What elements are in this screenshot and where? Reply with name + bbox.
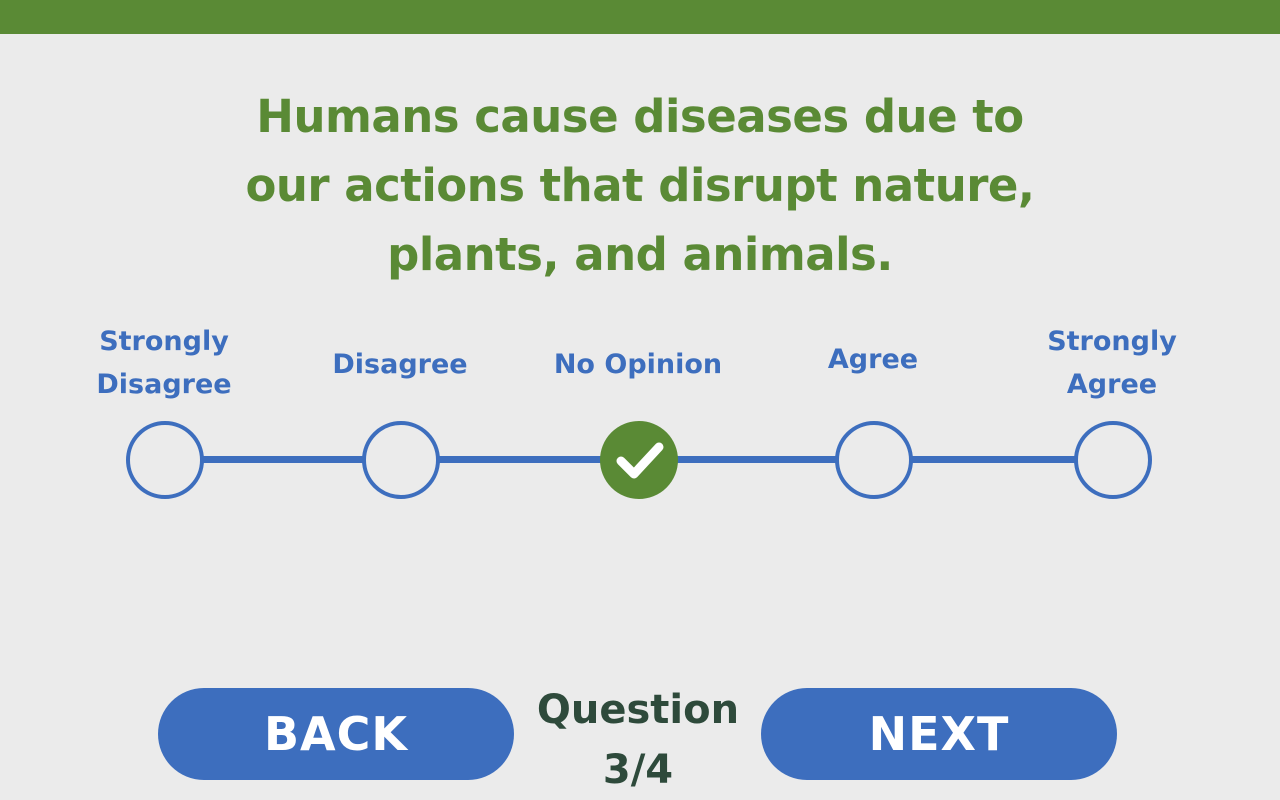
option-disagree[interactable]: Disagree — [280, 300, 520, 500]
option-label: Strongly Disagree — [96, 326, 232, 400]
option-strongly-disagree[interactable]: Strongly Disagree — [44, 300, 284, 500]
top-bar — [0, 0, 1280, 34]
next-button[interactable]: NEXT — [761, 688, 1117, 780]
option-label: Agree — [827, 344, 919, 375]
question-counter-value: 3/4 — [602, 747, 674, 793]
radio-circle[interactable] — [835, 421, 913, 499]
back-button[interactable]: BACK — [158, 688, 514, 780]
option-agree[interactable]: Agree — [753, 300, 993, 500]
radio-circle[interactable] — [362, 421, 440, 499]
option-label: Disagree — [332, 349, 468, 380]
survey-screen: Humans cause diseases due to our actions… — [0, 0, 1280, 800]
question-counter-label: Question — [536, 687, 740, 733]
option-strongly-agree[interactable]: Strongly Agree — [992, 300, 1232, 500]
radio-circle-selected[interactable] — [600, 421, 678, 499]
question-text: Humans cause diseases due to our actions… — [245, 90, 1035, 281]
option-label: No Opinion — [553, 349, 723, 380]
question-counter: Question 3/4 — [520, 680, 756, 800]
radio-circle[interactable] — [126, 421, 204, 499]
radio-circle[interactable] — [1074, 421, 1152, 499]
option-label: Strongly Agree — [1047, 326, 1177, 400]
option-no-opinion[interactable]: No Opinion — [518, 300, 758, 500]
checkmark-icon — [616, 442, 664, 479]
